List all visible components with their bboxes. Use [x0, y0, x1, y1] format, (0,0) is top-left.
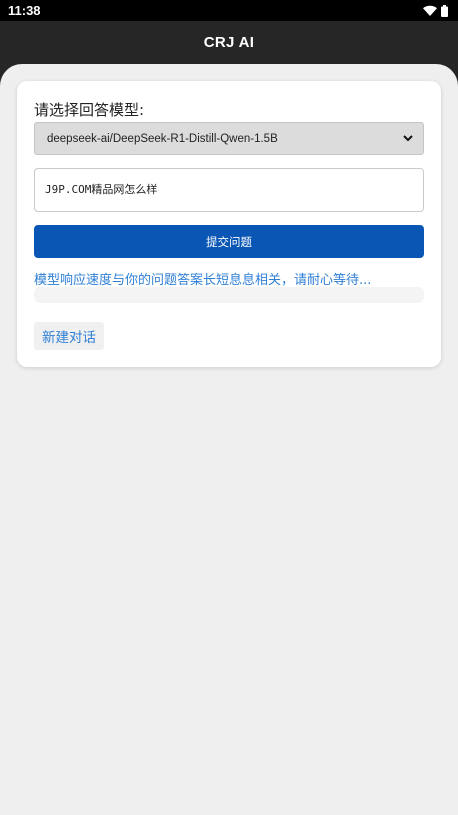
wait-hint-text: 模型响应速度与你的问题答案长短息息相关，请耐心等待... [34, 273, 372, 288]
status-bar: 11:38 [0, 0, 458, 21]
battery-icon [441, 4, 448, 17]
question-input[interactable]: J9P.COM精品网怎么样 [34, 168, 424, 212]
new-chat-button[interactable]: 新建对话 [34, 322, 104, 350]
model-select-value: deepseek-ai/DeepSeek-R1-Distill-Qwen-1.5… [47, 132, 278, 145]
app-title: CRJ AI [203, 34, 255, 51]
response-area [34, 287, 424, 303]
chevron-down-icon [403, 135, 413, 142]
model-select-label: 请选择回答模型: [34, 101, 145, 119]
wifi-icon [423, 5, 437, 16]
submit-question-button[interactable]: 提交问题 [34, 225, 424, 258]
model-select[interactable]: deepseek-ai/DeepSeek-R1-Distill-Qwen-1.5… [34, 122, 424, 155]
status-icons [423, 4, 448, 17]
chat-form-card: 请选择回答模型: deepseek-ai/DeepSeek-R1-Distill… [17, 81, 441, 367]
status-time: 11:38 [8, 3, 41, 18]
